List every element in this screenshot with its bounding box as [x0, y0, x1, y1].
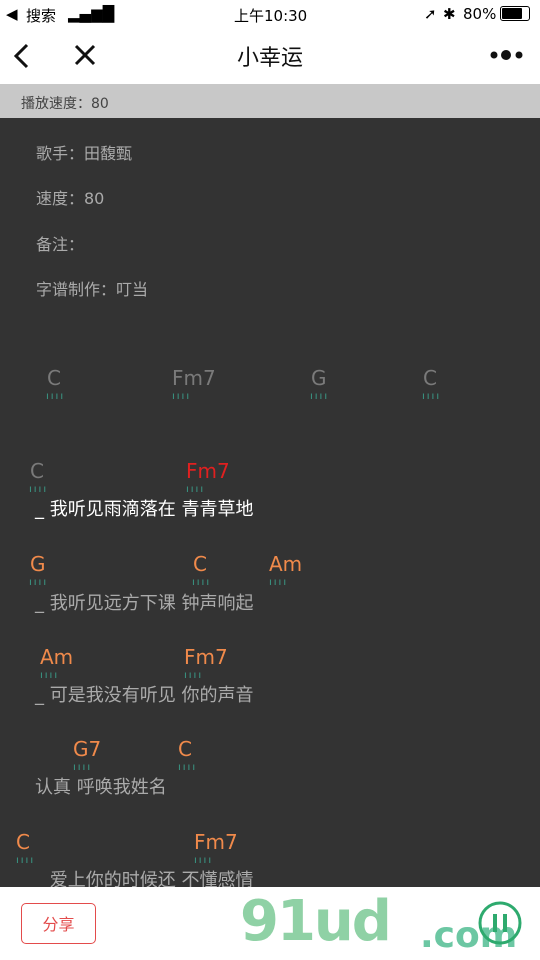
playback-speed-bar: 播放速度：80 [0, 84, 540, 118]
line-chord: C [16, 830, 30, 854]
strum-ticks: ıııı [194, 855, 214, 866]
page-title: 小幸运 [236, 46, 303, 71]
author-info: 字谱制作：叮当 [36, 280, 149, 299]
strum-ticks: ıııı [16, 855, 36, 866]
lyric-line: _ 可是我没有听见 你的声音 [35, 685, 254, 706]
strum-ticks: ıııı [192, 577, 212, 588]
note-info: 备注： [36, 235, 85, 254]
line-chord: C [30, 459, 44, 483]
location-icon: ➚ [424, 5, 437, 23]
nav-bar: 小幸运 [0, 28, 540, 84]
intro-chord: C [47, 366, 61, 390]
strum-ticks: ıııı [178, 762, 198, 773]
strum-ticks: ıııı [29, 577, 49, 588]
line-chord: G [30, 552, 46, 576]
share-button[interactable]: 分享 [21, 903, 96, 944]
wifi-icon: ◠ [97, 5, 111, 23]
strum-ticks: ıııı [29, 484, 49, 495]
line-chord: Fm7 [184, 645, 228, 669]
lyric-line-active: _ 我听见雨滴落在 青青草地 [35, 499, 254, 520]
intro-chord: G [311, 366, 327, 390]
line-chord: C [178, 737, 192, 761]
strum-ticks: ıııı [186, 484, 206, 495]
pause-icon[interactable] [478, 901, 522, 945]
speed-info: 速度：80 [36, 189, 105, 208]
intro-chord: C [423, 366, 437, 390]
line-chord: C [193, 552, 207, 576]
strum-ticks: ıııı [310, 391, 330, 402]
line-chord: G7 [73, 737, 102, 761]
line-chord-active: Fm7 [186, 459, 230, 483]
lyric-line: 认真 呼唤我姓名 [35, 777, 167, 798]
singer-info: 歌手：田馥甄 [36, 144, 133, 163]
strum-ticks: ıııı [40, 670, 60, 681]
back-app-label[interactable]: 搜索 [26, 5, 56, 26]
strum-ticks: ıııı [422, 391, 442, 402]
battery-percent: 80% [463, 5, 497, 23]
line-chord: Am [269, 552, 303, 576]
lyric-line: _ 我听见远方下课 钟声响起 [35, 593, 254, 614]
more-icon[interactable] [490, 49, 524, 61]
line-chord: Fm7 [194, 830, 238, 854]
intro-chord: Fm7 [172, 366, 216, 390]
line-chord: Am [40, 645, 74, 669]
strum-ticks: ıııı [269, 577, 289, 588]
back-app-chevron-icon[interactable]: ◀ [6, 5, 18, 23]
strum-ticks: ıııı [184, 670, 204, 681]
strum-ticks: ıııı [172, 391, 192, 402]
status-bar: ◀ 搜索 ▂▄▆█ ◠ 上午10:30 ➚ ✱ 80% [0, 0, 540, 28]
playback-speed-label: 播放速度：80 [21, 96, 109, 112]
bottom-bar: 分享 91ud .com [0, 887, 540, 960]
strum-ticks: ıııı [73, 762, 93, 773]
status-time: 上午10:30 [234, 7, 308, 25]
watermark-logo: 91ud [240, 889, 392, 954]
battery-icon [500, 6, 530, 21]
strum-ticks: ıııı [46, 391, 66, 402]
bluetooth-icon: ✱ [443, 5, 456, 23]
